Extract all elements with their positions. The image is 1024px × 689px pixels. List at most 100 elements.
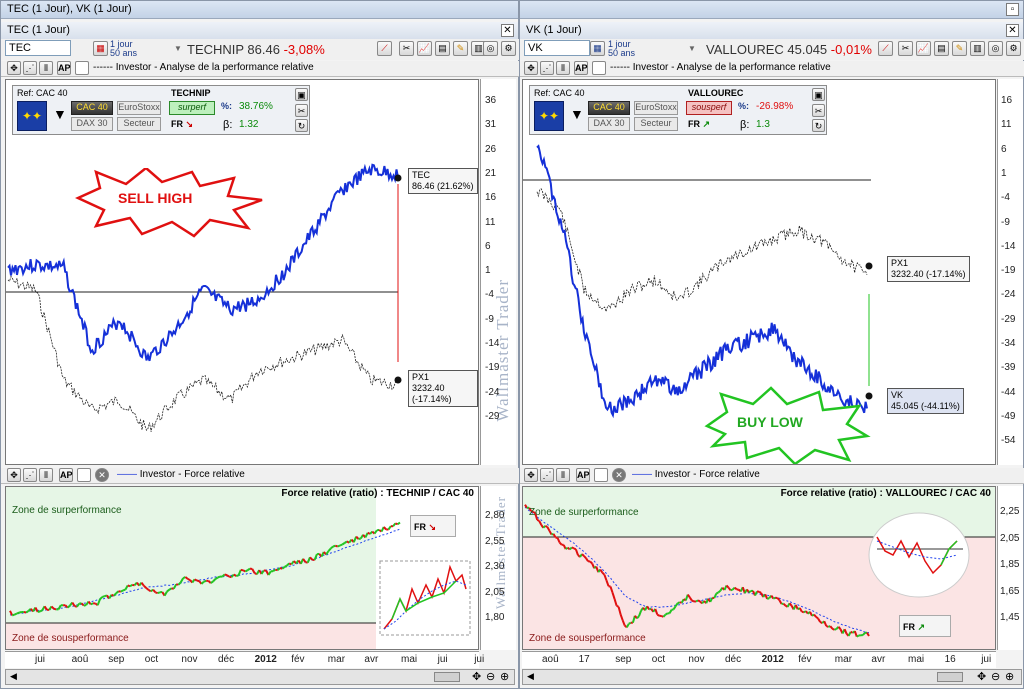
y-axis: Wallmaster Trader 36 31 26 21 16 11 6 1 -4 -9 -14 -… xyxy=(480,79,516,465)
settings-icon[interactable]: ⚙ xyxy=(501,41,516,56)
pointer-icon[interactable]: ✥ xyxy=(524,468,538,482)
restore-icon[interactable]: ▫ xyxy=(1006,3,1019,16)
sell-high-text: SELL HIGH xyxy=(118,190,193,206)
wrench-icon[interactable]: ✂ xyxy=(295,104,308,117)
horizontal-scrollbar[interactable]: ◀ ✥ ⊖ ⊕ xyxy=(5,669,515,685)
blank-box-icon[interactable] xyxy=(77,468,91,482)
period-dropdown-icon[interactable]: ▼ xyxy=(688,44,696,53)
close-icon[interactable]: ✕ xyxy=(95,468,109,482)
zoom-out-icon[interactable]: ⊖ xyxy=(486,670,495,683)
cac40-button[interactable]: CAC 40 xyxy=(71,101,113,115)
ap-icon[interactable]: AP xyxy=(57,61,71,75)
ap-icon[interactable]: AP xyxy=(574,61,588,75)
zoom-in-icon[interactable]: ⊕ xyxy=(500,670,509,683)
calendar-icon[interactable]: ▦ xyxy=(93,41,108,56)
scroll-thumb[interactable] xyxy=(937,672,963,682)
eu-flag-icon[interactable]: ✦✦ xyxy=(534,101,564,131)
pointer-icon[interactable]: ✥ xyxy=(7,61,21,75)
chart-icon[interactable]: 📈 xyxy=(916,41,931,56)
ticker-input[interactable]: TEC xyxy=(5,40,71,56)
window-icon[interactable]: ▣ xyxy=(812,88,825,101)
wrench-icon[interactable]: ✂ xyxy=(812,104,825,117)
ticker-input[interactable]: VK xyxy=(524,40,590,56)
scroll-left-icon[interactable]: ◀ xyxy=(527,671,534,682)
fr-mini-badge: FR ↘ xyxy=(410,515,456,537)
window-title-bar[interactable]: ▫ xyxy=(520,1,1023,19)
blank-box-icon[interactable] xyxy=(75,61,89,75)
dax30-button[interactable]: DAX 30 xyxy=(588,117,630,131)
main-chart[interactable]: Ref: CAC 40 ✦✦ ▼ CAC 40 EuroStoxx DAX 30… xyxy=(522,79,996,465)
secteur-button[interactable]: Secteur xyxy=(117,117,161,131)
candle-icon[interactable]: ⫴ xyxy=(39,61,53,75)
paint-icon[interactable]: ✎ xyxy=(952,41,967,56)
ratio-segment xyxy=(235,574,239,577)
secteur-button[interactable]: Secteur xyxy=(634,117,678,131)
print-icon[interactable]: ▤ xyxy=(435,41,450,56)
ratio-segment xyxy=(664,612,669,616)
graph-icon[interactable]: ▥ xyxy=(970,41,985,56)
horizontal-scrollbar[interactable]: ◀ ✥ ⊖ ⊕ xyxy=(522,669,1022,685)
draw-line-icon[interactable]: ⟋ xyxy=(878,41,893,56)
close-icon[interactable]: ✕ xyxy=(612,468,626,482)
indicator-bar: ✥ ⋰ ⫴ AP ------ Investor - Analyse de la… xyxy=(520,61,1024,77)
pointer-icon[interactable]: ✥ xyxy=(524,61,538,75)
refresh-icon[interactable]: ↻ xyxy=(295,119,308,132)
pane-title-bar[interactable]: TEC (1 Jour) ✕ xyxy=(1,22,518,40)
line-chart-icon[interactable]: ⋰ xyxy=(540,468,554,482)
line-chart-icon[interactable]: ⋰ xyxy=(23,61,37,75)
window-title-bar[interactable]: TEC (1 Jour), VK (1 Jour) xyxy=(1,1,518,19)
eu-flag-icon[interactable]: ✦✦ xyxy=(17,101,47,131)
tools-icon[interactable]: ✂ xyxy=(898,41,913,56)
scroll-thumb[interactable] xyxy=(434,672,460,682)
indicator-label: ------ Investor - Analyse de la performa… xyxy=(93,62,314,73)
scroll-left-icon[interactable]: ◀ xyxy=(10,671,17,682)
indicator-label: ------ Investor - Analyse de la performa… xyxy=(610,62,831,73)
close-icon[interactable]: ✕ xyxy=(1006,24,1019,37)
move-icon[interactable]: ✥ xyxy=(977,670,986,683)
line-chart-icon[interactable]: ⋰ xyxy=(23,468,37,482)
ratio-segment xyxy=(284,564,288,568)
ap-icon[interactable]: AP xyxy=(576,468,590,482)
arrow-down-icon[interactable]: ▼ xyxy=(570,106,584,122)
print-icon[interactable]: ▤ xyxy=(934,41,949,56)
move-icon[interactable]: ✥ xyxy=(472,670,481,683)
calendar-icon[interactable]: ▦ xyxy=(590,41,605,56)
window-icon[interactable]: ▣ xyxy=(295,88,308,101)
paint-icon[interactable]: ✎ xyxy=(453,41,468,56)
pointer-icon[interactable]: ✥ xyxy=(7,468,21,482)
settings-icon[interactable]: ⚙ xyxy=(1006,41,1021,56)
x-tick-label: 16 xyxy=(944,654,956,665)
period-label[interactable]: 1 jour 50 ans xyxy=(110,40,137,58)
fr-chart[interactable]: Force relative (ratio) : TECHNIP / CAC 4… xyxy=(5,486,479,650)
refresh-icon[interactable]: ↻ xyxy=(812,119,825,132)
y-tick-label: 2,55 xyxy=(485,535,505,547)
fr-chart[interactable]: Force relative (ratio) : VALLOUREC / CAC… xyxy=(522,486,996,650)
draw-line-icon[interactable]: ⟋ xyxy=(377,41,392,56)
candle-icon[interactable]: ⫴ xyxy=(39,468,53,482)
candle-icon[interactable]: ⫴ xyxy=(556,468,570,482)
close-icon[interactable]: ✕ xyxy=(501,24,514,37)
pane-title-bar[interactable]: VK (1 Jour) ✕ xyxy=(520,22,1023,40)
candle-icon[interactable]: ⫴ xyxy=(556,61,570,75)
line-chart-icon[interactable]: ⋰ xyxy=(540,61,554,75)
ratio-segment xyxy=(766,597,770,600)
blank-box-icon[interactable] xyxy=(592,61,606,75)
zoom-icon[interactable]: ◎ xyxy=(988,41,1003,56)
zoom-icon[interactable]: ◎ xyxy=(483,41,498,56)
tools-icon[interactable]: ✂ xyxy=(399,41,414,56)
eurostoxx-button[interactable]: EuroStoxx xyxy=(634,101,678,115)
cac40-button[interactable]: CAC 40 xyxy=(588,101,630,115)
ap-icon[interactable]: AP xyxy=(59,468,73,482)
period-dropdown-icon[interactable]: ▼ xyxy=(174,44,182,53)
ratio-segment xyxy=(210,580,214,584)
arrow-down-icon[interactable]: ▼ xyxy=(53,106,67,122)
period-label[interactable]: 1 jour 50 ans xyxy=(608,40,635,58)
blank-box-icon[interactable] xyxy=(594,468,608,482)
chart-icon[interactable]: 📈 xyxy=(417,41,432,56)
eurostoxx-button[interactable]: EuroStoxx xyxy=(117,101,161,115)
x-axis: aoû 17 sep oct nov déc 2012 fév mar avr mai 16 jui xyxy=(522,651,996,668)
main-chart[interactable]: Ref: CAC 40 ✦✦ ▼ CAC 40 EuroStoxx DAX 30… xyxy=(5,79,479,465)
zoom-in-icon[interactable]: ⊕ xyxy=(1005,670,1014,683)
dax30-button[interactable]: DAX 30 xyxy=(71,117,113,131)
zoom-out-icon[interactable]: ⊖ xyxy=(991,670,1000,683)
